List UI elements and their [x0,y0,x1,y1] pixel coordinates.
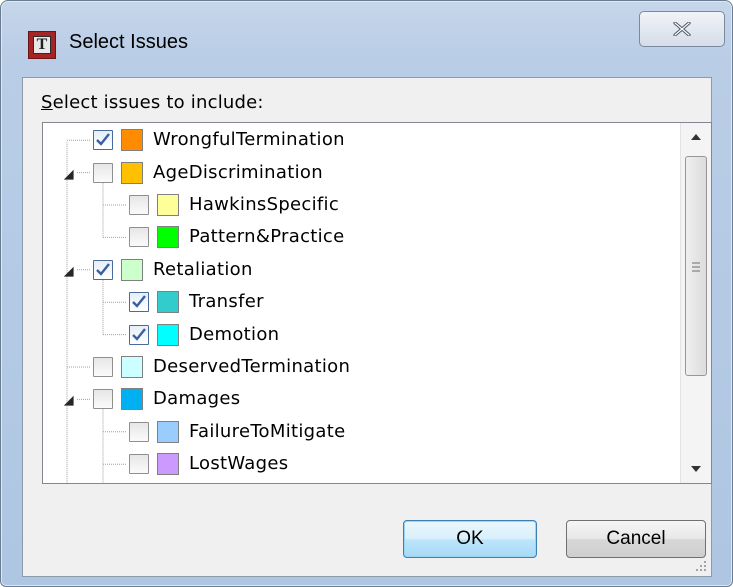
issue-checkbox[interactable] [93,259,113,280]
issue-label[interactable]: FailureToMitigate [189,421,345,442]
issue-label[interactable]: DeservedTermination [153,356,350,377]
issue-label[interactable]: AgeDiscrimination [153,162,323,183]
issue-checkbox[interactable] [93,389,113,410]
issue-checkbox[interactable] [129,194,149,215]
select-issues-dialog: T Select Issues Select issues to include… [0,0,733,587]
checkmark-icon [132,295,146,308]
tree-subitem[interactable]: MentalAnguish [43,480,673,483]
title-bar[interactable]: T Select Issues [1,1,732,77]
issue-label[interactable]: LostWages [189,453,288,474]
tree-subitem[interactable]: LostWages [43,448,673,478]
issue-checkbox[interactable] [129,421,149,442]
issue-label[interactable]: HawkinsSpecific [189,194,339,215]
cancel-button[interactable]: Cancel [566,520,706,558]
checkmark-icon [132,327,146,341]
prompt-accesskey: S [41,92,53,113]
close-icon [673,22,691,36]
scroll-up-arrow-icon [691,134,701,140]
issue-color-swatch [157,323,179,346]
tree-subitem[interactable]: HawkinsSpecific [43,189,673,219]
window-title: Select Issues [69,31,188,53]
tree-expand-arrow-icon[interactable] [61,167,75,181]
app-logo-letter: T [33,36,51,54]
issue-checkbox[interactable] [129,292,149,313]
issue-checkbox[interactable] [93,130,113,151]
issue-color-swatch [121,161,143,184]
issue-label[interactable]: Demotion [189,324,279,345]
tree-item[interactable]: DeservedTermination [43,351,673,381]
close-button[interactable] [639,11,725,47]
issue-checkbox[interactable] [93,356,113,377]
issue-label[interactable]: Retaliation [153,259,253,280]
issue-color-swatch [157,226,179,249]
issue-checkbox[interactable] [129,454,149,475]
resize-grip-icon[interactable] [695,560,707,572]
issue-color-swatch [157,453,179,476]
checkmark-icon [96,263,110,276]
scrollbar-thumb[interactable] [685,156,707,376]
issue-color-swatch [157,193,179,216]
issue-label[interactable]: Transfer [189,291,264,312]
scroll-down-button[interactable] [681,455,711,483]
issue-label[interactable]: WrongfulTermination [153,129,345,150]
issue-color-swatch [157,291,179,314]
tree-item[interactable]: AgeDiscrimination [43,156,673,186]
tree-expand-arrow-icon[interactable] [61,393,75,407]
issue-color-swatch [121,355,143,378]
dialog-client-area: Select issues to include: WrongfulTermin… [22,77,712,577]
issues-prompt-label: Select issues to include: [41,92,264,113]
tree-item[interactable]: WrongfulTermination [43,124,673,154]
issues-tree[interactable]: WrongfulTermination AgeDiscrimination Hawk… [42,122,712,484]
issue-color-swatch [121,388,143,411]
tree-subitem[interactable]: Demotion [43,318,673,348]
tree-subitem[interactable]: Transfer [43,286,673,316]
app-logo-icon: T [28,31,56,59]
ok-button[interactable]: OK [403,520,537,558]
prompt-text: elect issues to include: [52,92,264,113]
tree-item[interactable]: Damages [43,383,673,413]
vertical-scrollbar[interactable] [680,123,711,483]
scroll-up-button[interactable] [681,123,711,151]
issue-label[interactable]: Pattern&Practice [189,226,345,247]
issue-checkbox[interactable] [129,324,149,345]
issue-checkbox[interactable] [129,227,149,248]
issue-color-swatch [121,129,143,152]
checkmark-icon [96,133,110,146]
tree-item[interactable]: Retaliation [43,254,673,284]
scrollbar-grip-icon [692,262,700,272]
tree-subitem[interactable]: FailureToMitigate [43,416,673,446]
tree-subitem[interactable]: Pattern&Practice [43,221,673,251]
issue-label[interactable]: Damages [153,388,240,409]
issue-color-swatch [157,420,179,443]
issue-checkbox[interactable] [93,162,113,183]
tree-expand-arrow-icon[interactable] [61,264,75,278]
issue-color-swatch [121,258,143,281]
scroll-down-arrow-icon [691,466,701,472]
